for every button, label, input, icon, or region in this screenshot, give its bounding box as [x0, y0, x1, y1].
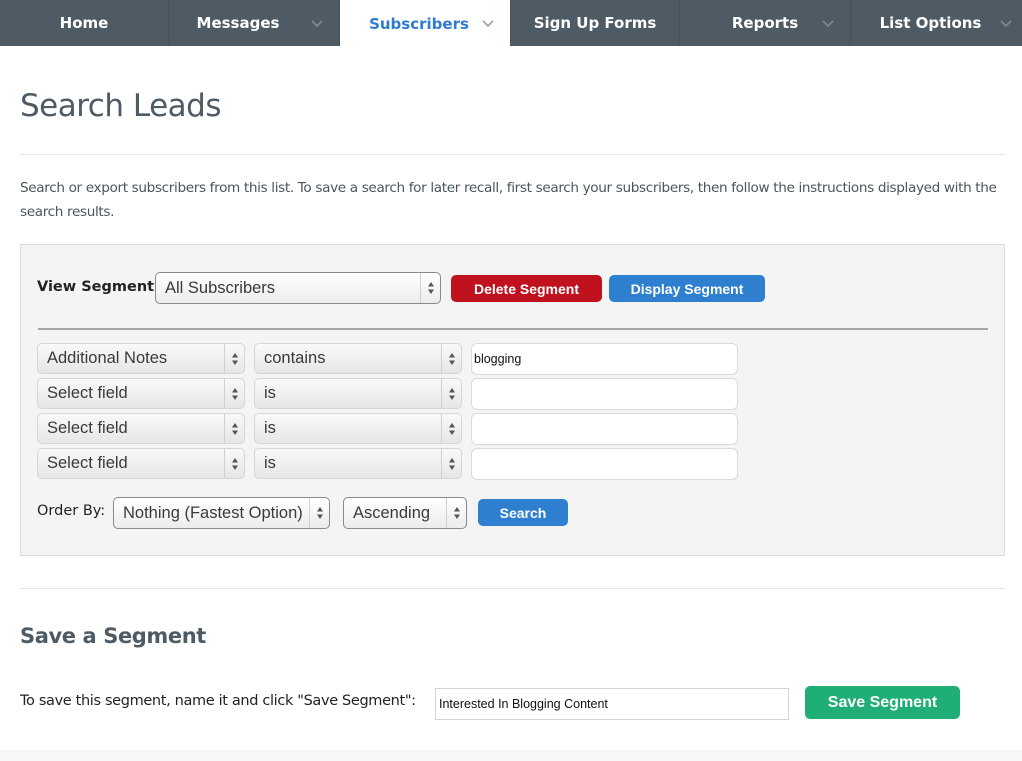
criteria-value-input[interactable]	[471, 378, 738, 410]
criteria-field-select[interactable]: Select field	[37, 413, 245, 444]
chevron-down-icon	[1000, 20, 1012, 28]
segment-name-value: Interested In Blogging Content	[439, 697, 608, 711]
criteria-field-value: Select field	[47, 384, 128, 402]
nav-tab-subscribers[interactable]: Subscribers	[340, 0, 510, 47]
criteria-field-select[interactable]: Select field	[37, 448, 245, 479]
select-arrows-icon	[224, 379, 244, 408]
order-direction-select[interactable]: Ascending	[343, 497, 467, 529]
intro-text: Search or export subscribers from this l…	[20, 180, 997, 220]
select-arrows-icon	[224, 414, 244, 443]
search-button[interactable]: Search	[478, 499, 568, 526]
chevron-down-icon	[482, 20, 494, 28]
select-arrows-icon	[441, 379, 461, 408]
nav-tab-label: Messages	[196, 14, 280, 32]
section-divider	[20, 588, 1005, 589]
chevron-down-icon	[311, 20, 323, 28]
select-arrows-icon	[441, 414, 461, 443]
order-field-select[interactable]: Nothing (Fastest Option)	[113, 497, 330, 529]
segment-name-input[interactable]: Interested In Blogging Content	[435, 688, 789, 720]
criteria-operator-select[interactable]: contains	[254, 343, 462, 374]
criteria-field-value: Select field	[47, 419, 128, 437]
criteria-value-input[interactable]	[471, 413, 738, 445]
criteria-operator-value: is	[264, 454, 276, 472]
footer-band	[0, 750, 1022, 761]
nav-tab-label: List Options	[879, 14, 982, 32]
criteria-operator-value: is	[264, 384, 276, 402]
criteria-field-value: Select field	[47, 454, 128, 472]
nav-tab-reports[interactable]: Reports	[680, 0, 851, 46]
criteria-field-select[interactable]: Select field	[37, 378, 245, 409]
select-arrows-icon	[441, 344, 461, 373]
criteria-value-input[interactable]	[471, 448, 738, 480]
nav-tab-label: Reports	[731, 14, 799, 32]
save-segment-instruction: To save this segment, name it and click …	[20, 693, 416, 709]
nav-tab-home[interactable]: Home	[0, 0, 169, 46]
criteria-operator-select[interactable]: is	[254, 378, 462, 409]
nav-tab-label: Subscribers	[369, 14, 469, 33]
title-divider	[20, 154, 1005, 155]
nav-tab-messages[interactable]: Messages	[169, 0, 340, 46]
criteria-operator-value: is	[264, 419, 276, 437]
panel-divider	[38, 328, 988, 330]
criteria-field-select[interactable]: Additional Notes	[37, 343, 245, 374]
top-navigation: Home Messages Subscribers Sign Up Forms …	[0, 0, 1022, 47]
nav-tab-list-options[interactable]: List Options	[851, 0, 1022, 46]
criteria-value-input[interactable]: blogging	[471, 343, 738, 375]
chevron-down-icon	[822, 20, 834, 28]
search-panel: View Segment: All Subscribers Delete Seg…	[20, 244, 1005, 556]
save-segment-button[interactable]: Save Segment	[805, 686, 960, 719]
delete-segment-button[interactable]: Delete Segment	[451, 275, 602, 302]
nav-tab-label: Home	[59, 14, 109, 32]
criteria-field-value: Additional Notes	[47, 349, 168, 367]
select-arrows-icon	[224, 344, 244, 373]
segment-select[interactable]: All Subscribers	[155, 272, 441, 304]
save-segment-title: Save a Segment	[20, 624, 206, 648]
select-arrows-icon	[446, 498, 466, 528]
display-segment-button[interactable]: Display Segment	[609, 275, 765, 302]
criteria-operator-value: contains	[264, 349, 326, 367]
view-segment-label: View Segment:	[37, 279, 160, 295]
order-by-label: Order By:	[37, 503, 106, 519]
select-arrows-icon	[441, 449, 461, 478]
select-arrows-icon	[420, 273, 440, 303]
page-title: Search Leads	[20, 88, 221, 124]
criteria-value-text: blogging	[474, 352, 522, 366]
nav-tab-sign-up-forms[interactable]: Sign Up Forms	[510, 0, 680, 46]
criteria-operator-select[interactable]: is	[254, 448, 462, 479]
select-arrows-icon	[309, 498, 329, 528]
select-arrows-icon	[224, 449, 244, 478]
criteria-operator-select[interactable]: is	[254, 413, 462, 444]
order-field-value: Nothing (Fastest Option)	[123, 503, 303, 522]
order-direction-value: Ascending	[353, 503, 431, 522]
nav-tab-label: Sign Up Forms	[533, 14, 657, 32]
segment-select-value: All Subscribers	[165, 278, 276, 297]
